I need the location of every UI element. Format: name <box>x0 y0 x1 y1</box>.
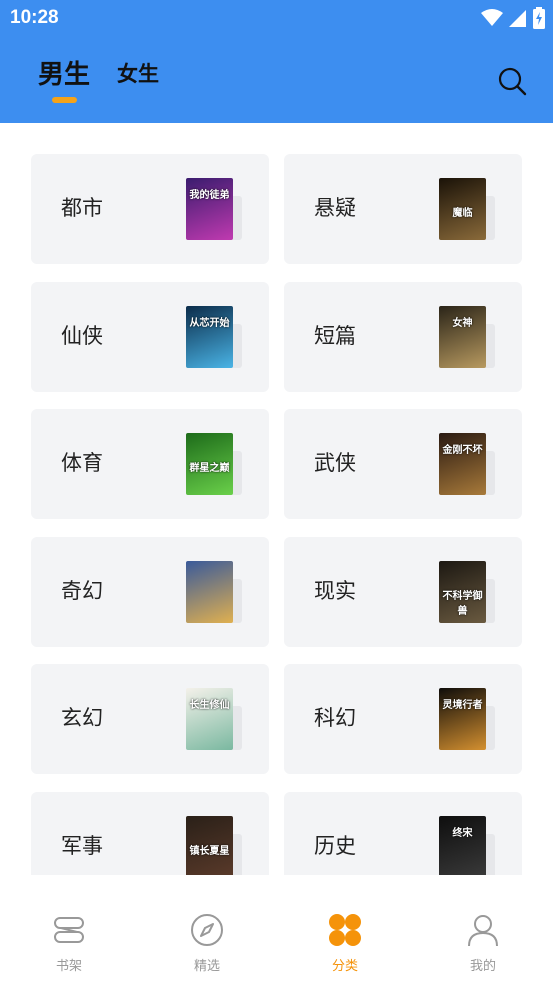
nav-category-label: 分类 <box>331 959 358 974</box>
category-card[interactable]: 历史 终宋 <box>284 791 522 875</box>
bottom-nav: 书架 精选 分类 我的 <box>0 875 553 983</box>
wifi-icon <box>481 9 503 26</box>
book-cover-stack: 从芯开始 <box>186 305 242 368</box>
book-cover: 魔临 <box>439 178 486 240</box>
nav-featured[interactable]: 精选 <box>138 875 276 983</box>
book-cover: 金刚不坏 <box>439 433 486 495</box>
status-bar: 10:28 <box>0 0 553 38</box>
nav-bookshelf[interactable]: 书架 <box>0 875 138 983</box>
category-icon <box>329 914 361 946</box>
profile-icon <box>468 915 498 947</box>
category-card[interactable]: 悬疑魔临 <box>284 154 522 264</box>
nav-bookshelf-label: 书架 <box>55 959 82 974</box>
book-cover: 镇长夏星 <box>186 815 233 875</box>
book-cover-stack: 镇长夏星 <box>186 815 242 875</box>
category-label: 武侠 <box>314 451 356 475</box>
category-label: 都市 <box>61 196 103 220</box>
search-icon[interactable] <box>497 66 527 96</box>
tab-female[interactable]: 女生 <box>117 58 159 88</box>
category-label: 现实 <box>314 578 356 603</box>
book-cover: 群星之巅 <box>186 433 233 495</box>
nav-profile[interactable]: 我的 <box>414 875 552 983</box>
book-cover-title: 长生修仙 <box>189 700 230 711</box>
category-label: 玄幻 <box>61 706 103 730</box>
category-card[interactable]: 科幻 灵境行者 <box>284 664 522 774</box>
category-card[interactable]: 现实 不科学御兽 <box>284 536 522 647</box>
nav-profile-label: 我的 <box>469 959 496 974</box>
book-cover-stack: 长生修仙 <box>186 688 242 750</box>
tab-male[interactable]: 男生 <box>38 54 90 91</box>
book-cover-title: 魔临 <box>452 208 473 219</box>
book-cover: 女神 <box>439 305 486 368</box>
book-cover-stack: 我的徒弟 <box>186 178 242 240</box>
category-label: 奇幻 <box>61 578 103 603</box>
book-cover-stack: 金刚不坏 <box>439 433 495 495</box>
book-cover: 终宋 <box>439 815 486 875</box>
signal-icon <box>509 10 526 27</box>
category-card[interactable]: 军事 镇长夏星 <box>31 791 269 875</box>
top-header: 男生 女生 <box>0 38 553 123</box>
book-cover-stack: 灵境行者 <box>439 688 495 750</box>
category-label: 军事 <box>61 833 103 858</box>
book-cover-stack: 魔临 <box>439 178 495 240</box>
book-cover: 灵境行者 <box>439 688 486 750</box>
book-cover-title: 终宋 <box>452 827 473 839</box>
category-card[interactable]: 仙侠 从芯开始 <box>31 281 269 392</box>
book-cover-title: 我的徒弟 <box>189 190 230 201</box>
book-cover-stack: 不科学御兽 <box>439 560 495 623</box>
book-cover-title: 群星之巅 <box>189 463 230 474</box>
book-cover-stack <box>186 560 242 623</box>
book-cover-stack: 终宋 <box>439 815 495 875</box>
category-label: 科幻 <box>314 706 356 730</box>
status-time: 10:28 <box>10 7 59 28</box>
book-cover: 不科学御兽 <box>439 560 486 623</box>
category-label: 仙侠 <box>61 323 103 348</box>
category-grid: 都市 我的徒弟 悬疑 魔临 仙侠 从芯开始 短篇 女神 体育 群星之巅 武侠 金刚不坏 奇幻 现实 不科学御… <box>0 123 553 875</box>
category-card[interactable]: 奇幻 <box>31 536 269 647</box>
book-cover-stack: 群星之巅 <box>186 433 242 495</box>
book-cover: 长生修仙 <box>186 688 233 750</box>
category-label: 历史 <box>314 833 356 858</box>
category-card[interactable]: 体育群星之巅 <box>31 409 269 519</box>
nav-category[interactable]: 分类 <box>276 875 414 983</box>
book-cover-title: 不科学御兽 <box>442 590 483 617</box>
category-card[interactable]: 武侠 金刚不坏 <box>284 409 522 519</box>
tab-indicator <box>52 97 77 103</box>
book-cover-title: 灵境行者 <box>442 700 483 711</box>
category-label: 悬疑 <box>314 196 356 220</box>
category-label: 短篇 <box>314 323 356 348</box>
book-cover-title: 金刚不坏 <box>442 445 483 456</box>
book-cover: 从芯开始 <box>186 305 233 368</box>
book-cover-title: 从芯开始 <box>189 317 230 329</box>
category-card[interactable]: 玄幻 长生修仙 <box>31 664 269 774</box>
book-cover <box>186 560 233 623</box>
category-card[interactable]: 短篇 女神 <box>284 281 522 392</box>
category-card[interactable]: 都市 我的徒弟 <box>31 154 269 264</box>
category-label: 体育 <box>61 451 103 475</box>
bookshelf-icon <box>54 917 84 943</box>
nav-featured-label: 精选 <box>193 959 220 974</box>
book-cover-title: 女神 <box>452 317 473 329</box>
book-cover-title: 镇长夏星 <box>189 845 230 857</box>
battery-icon <box>533 7 545 29</box>
book-cover: 我的徒弟 <box>186 178 233 240</box>
status-icons <box>481 7 545 29</box>
book-cover-stack: 女神 <box>439 305 495 368</box>
compass-icon <box>191 914 223 946</box>
